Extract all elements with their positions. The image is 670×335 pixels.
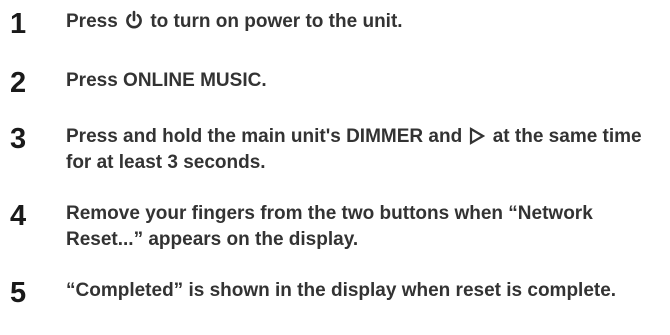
step-text-before: Press xyxy=(66,11,124,32)
step-number: 2 xyxy=(10,67,27,99)
step-text: Remove your fingers from the two buttons… xyxy=(66,203,593,250)
power-icon xyxy=(125,10,143,30)
step-text: “Completed” is shown in the display when… xyxy=(66,280,617,301)
step-text: Press to turn on power to the unit. xyxy=(66,9,666,35)
step-number: 5 xyxy=(10,277,27,309)
step-text: Press ONLINE MUSIC. xyxy=(66,70,267,91)
play-triangle-outline-icon xyxy=(469,127,486,145)
step-number: 4 xyxy=(10,200,27,232)
step-text: Press and hold the main unit's DIMMER an… xyxy=(66,124,666,176)
step-text-after: to turn on power to the unit. xyxy=(145,11,403,32)
step-number: 1 xyxy=(10,8,27,40)
step-number: 3 xyxy=(10,123,27,155)
step-text-before: Press and hold the main unit's DIMMER an… xyxy=(66,126,468,147)
